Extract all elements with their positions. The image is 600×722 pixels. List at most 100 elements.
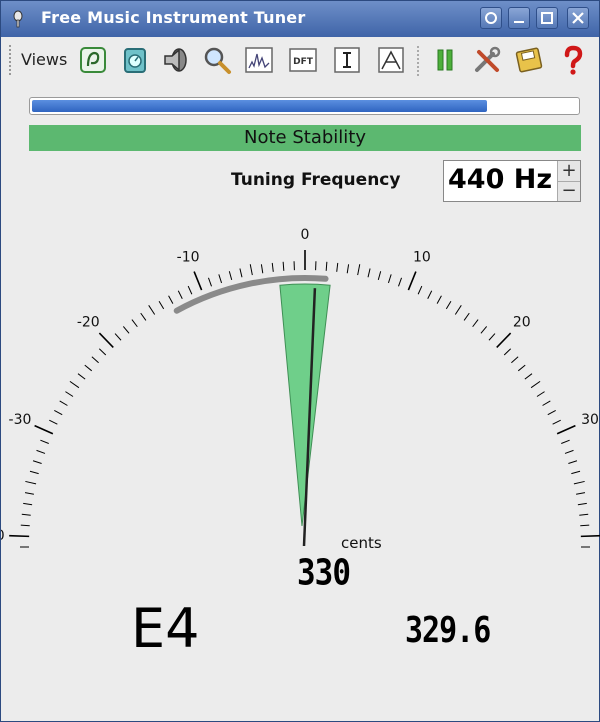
- save-button[interactable]: [513, 44, 545, 76]
- scale-tick: [25, 480, 37, 485]
- scale-tick: [387, 274, 392, 284]
- dft-icon-text: DFT: [293, 57, 314, 67]
- decrement-button[interactable]: −: [558, 181, 580, 201]
- scale-tick: [463, 312, 470, 321]
- minimize-button[interactable]: [508, 7, 530, 29]
- scale-tick: [24, 492, 34, 495]
- note-name-display: E4: [131, 597, 200, 660]
- tuning-frequency-label: Tuning Frequency: [231, 170, 401, 190]
- scale-tick: [407, 271, 417, 291]
- spectrum-button[interactable]: [243, 44, 275, 76]
- scale-tick: [98, 332, 114, 349]
- toolbar-separator: [417, 46, 421, 76]
- zoom-button[interactable]: [201, 44, 233, 76]
- scale-tick: [23, 502, 33, 506]
- scale-tick: [20, 524, 30, 527]
- scale-tick: [552, 419, 561, 425]
- scale-tick: [98, 348, 107, 356]
- scale-tick: [325, 261, 328, 271]
- close-button[interactable]: [567, 7, 589, 29]
- tuner-window: Free Music Instrument Tuner Views DFT No…: [0, 0, 600, 722]
- sample-button[interactable]: [331, 44, 363, 76]
- scale-tick: [36, 449, 46, 454]
- scale-tick: [436, 295, 442, 304]
- close-icon: [572, 12, 584, 24]
- dft-button[interactable]: DFT: [287, 44, 319, 76]
- scale-label: 30: [581, 412, 599, 428]
- scale-label: 10: [413, 250, 431, 266]
- views-label: Views: [21, 50, 68, 69]
- settings-button[interactable]: [471, 44, 503, 76]
- scale-tick: [547, 410, 556, 416]
- maximize-icon: [541, 12, 553, 24]
- scale-tick: [49, 419, 58, 425]
- toolbar: Views DFT: [7, 41, 593, 81]
- scale-label: -40: [1, 528, 5, 544]
- save-icon: [515, 47, 543, 73]
- scale-tick: [218, 274, 223, 284]
- scale-tick: [556, 424, 576, 435]
- scale-tick: [148, 305, 156, 315]
- scale-tick: [577, 502, 587, 506]
- scale-tick: [271, 262, 274, 272]
- dft-icon: DFT: [289, 48, 317, 72]
- scale-tick: [29, 470, 39, 475]
- tuning-sector: [279, 283, 331, 527]
- tuning-frequency-spin-buttons: + −: [557, 161, 580, 201]
- scale-tick: [480, 326, 488, 334]
- scale-tick: [571, 470, 581, 475]
- scale-tick: [59, 400, 68, 406]
- volume-progress-fill: [32, 100, 488, 112]
- increment-button[interactable]: +: [558, 161, 580, 182]
- scale-tick: [496, 332, 512, 349]
- window-menu-button[interactable]: [480, 7, 502, 29]
- scale-tick: [488, 333, 496, 341]
- scale-tick: [561, 439, 570, 444]
- scale-tick: [427, 290, 433, 300]
- scale-tick: [54, 410, 63, 416]
- scale-tick: [346, 264, 350, 274]
- cents-unit-label: cents: [341, 534, 382, 552]
- scale-tick: [576, 492, 586, 495]
- minimize-icon: [514, 21, 524, 23]
- scale-tick: [158, 300, 165, 310]
- scale-label: 0: [301, 227, 310, 243]
- scale-tick: [530, 380, 541, 389]
- scale-tick: [282, 261, 285, 271]
- maximize-button[interactable]: [536, 7, 558, 29]
- scale-tick: [249, 264, 253, 276]
- scale-tick: [177, 290, 183, 300]
- window-title: Free Music Instrument Tuner: [41, 8, 306, 27]
- metronome-button[interactable]: [119, 44, 151, 76]
- scale-tick: [336, 262, 339, 272]
- scale-tick: [536, 391, 545, 397]
- scale-tick: [69, 380, 80, 389]
- tuning-gauge: -50-40-30-20-1001020304050: [1, 227, 600, 548]
- formant-icon: [378, 47, 404, 73]
- scale-tick: [65, 391, 74, 397]
- detected-hz-display: 330: [297, 552, 351, 594]
- scale-tick: [84, 364, 93, 372]
- scale-tick: [542, 400, 551, 406]
- zoom-icon: [204, 47, 231, 74]
- scale-tick: [357, 264, 361, 276]
- scale-tick: [239, 268, 243, 278]
- scale-tick: [207, 277, 212, 287]
- sound-button[interactable]: [159, 44, 191, 76]
- tuning-frequency-spinbox[interactable]: 440 Hz + −: [443, 160, 581, 202]
- scale-tick: [228, 271, 233, 281]
- toolbar-grip[interactable]: [9, 45, 15, 75]
- scale-tick: [187, 285, 193, 295]
- scale-tick: [472, 319, 479, 328]
- sound-icon: [164, 48, 187, 72]
- scale-tick: [140, 312, 147, 321]
- microtonal-button[interactable]: [77, 44, 109, 76]
- formant-button[interactable]: [375, 44, 407, 76]
- pause-button[interactable]: [429, 44, 461, 76]
- scale-tick: [503, 348, 512, 356]
- title-bar[interactable]: Free Music Instrument Tuner: [1, 1, 599, 37]
- circle-menu-icon: [485, 12, 497, 24]
- scale-label: -20: [77, 315, 100, 331]
- tuning-frequency-value[interactable]: 440 Hz: [448, 164, 558, 195]
- help-button[interactable]: [557, 44, 589, 76]
